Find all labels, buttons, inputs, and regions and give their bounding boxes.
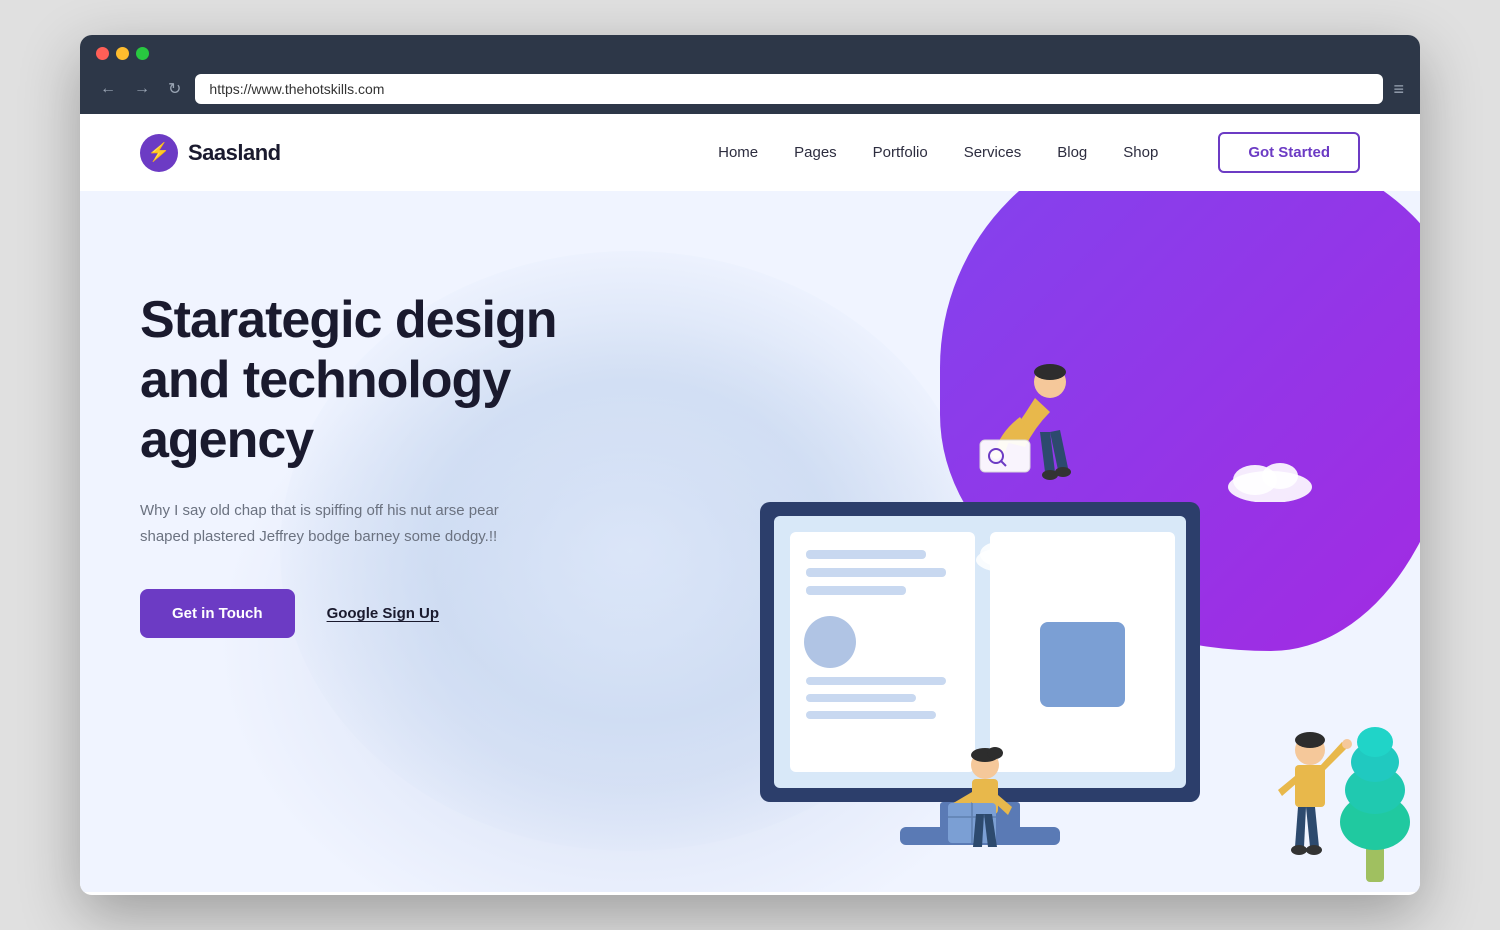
nav-link-home[interactable]: Home: [718, 144, 758, 161]
nav-link-portfolio[interactable]: Portfolio: [873, 144, 928, 161]
nav-links: Home Pages Portfolio Services Blog Shop: [718, 144, 1158, 162]
got-started-button[interactable]: Got Started: [1218, 132, 1360, 173]
nav-item-home[interactable]: Home: [718, 144, 758, 162]
nav-item-pages[interactable]: Pages: [794, 144, 837, 162]
website-content: ⚡ Saasland Home Pages Portfolio Services…: [80, 114, 1420, 895]
google-signup-button[interactable]: Google Sign Up: [327, 605, 440, 622]
refresh-button[interactable]: ↻: [164, 77, 185, 101]
hero-title: Starategic design and technology agency: [140, 291, 640, 470]
nav-link-shop[interactable]: Shop: [1123, 144, 1158, 161]
nav-item-portfolio[interactable]: Portfolio: [873, 144, 928, 162]
nav-link-blog[interactable]: Blog: [1057, 144, 1087, 161]
lightning-icon: ⚡: [148, 142, 170, 163]
hero-description: Why I say old chap that is spiffing off …: [140, 498, 540, 549]
traffic-light-green[interactable]: [136, 47, 149, 60]
traffic-light-red[interactable]: [96, 47, 109, 60]
nav-link-pages[interactable]: Pages: [794, 144, 837, 161]
logo-icon: ⚡: [140, 134, 178, 172]
browser-menu-icon[interactable]: ≡: [1393, 79, 1404, 100]
hero-illustration: [720, 372, 1420, 892]
hero-buttons: Get in Touch Google Sign Up: [140, 589, 640, 638]
forward-button[interactable]: →: [130, 78, 154, 100]
traffic-light-yellow[interactable]: [116, 47, 129, 60]
browser-toolbar: ← → ↻ ≡: [80, 68, 1420, 114]
hero-content: Starategic design and technology agency …: [140, 231, 640, 638]
nav-link-services[interactable]: Services: [964, 144, 1022, 161]
hero-section: Starategic design and technology agency …: [80, 191, 1420, 892]
nav-item-services[interactable]: Services: [964, 144, 1022, 162]
cloud-1: [1220, 452, 1320, 502]
browser-titlebar: [80, 35, 1420, 68]
back-button[interactable]: ←: [96, 78, 120, 100]
browser-window: ← → ↻ ≡ ⚡ Saasland Home Pages Portfolio …: [80, 35, 1420, 895]
logo-text: Saasland: [188, 140, 281, 166]
nav-item-blog[interactable]: Blog: [1057, 144, 1087, 162]
cloud-2: [970, 532, 1050, 572]
get-in-touch-button[interactable]: Get in Touch: [140, 589, 295, 638]
logo[interactable]: ⚡ Saasland: [140, 134, 281, 172]
browser-chrome: ← → ↻ ≡: [80, 35, 1420, 114]
person-right-figure: [1260, 732, 1360, 872]
address-bar[interactable]: [195, 74, 1383, 104]
person-left-figure: [940, 747, 1040, 867]
site-nav: ⚡ Saasland Home Pages Portfolio Services…: [80, 114, 1420, 191]
traffic-lights: [96, 47, 149, 60]
nav-item-shop[interactable]: Shop: [1123, 144, 1158, 162]
person-bending-figure: [950, 362, 1090, 532]
